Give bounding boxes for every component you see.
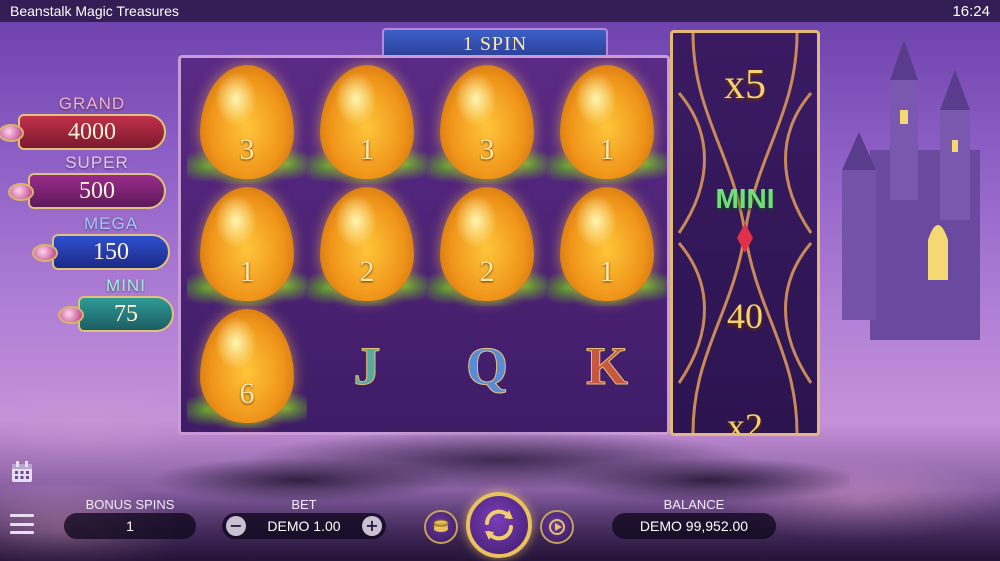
- golden-egg-icon: 1: [560, 65, 654, 179]
- autoplay-button[interactable]: [540, 510, 574, 544]
- bonus-spins-value: 1: [64, 513, 196, 539]
- egg-value: 3: [479, 133, 495, 166]
- jackpot-mini-value: 75: [114, 300, 138, 327]
- multiplier-mini: MINI: [715, 183, 775, 214]
- symbol-q: Q: [465, 336, 508, 397]
- reel-cell: K: [547, 304, 667, 428]
- jackpot-mega-plate: 150: [32, 234, 170, 270]
- jackpot-super-value: 500: [79, 177, 115, 204]
- jackpot-super-label: SUPER: [65, 153, 129, 172]
- jackpot-grand-value: 4000: [68, 118, 116, 145]
- coins-button[interactable]: [424, 510, 458, 544]
- egg-value: 2: [359, 255, 375, 288]
- egg-value: 1: [599, 133, 615, 166]
- egg-value: 1: [359, 133, 375, 166]
- jackpot-mega-label: MEGA: [83, 214, 139, 233]
- golden-egg-icon: 1: [560, 187, 654, 301]
- hamburger-menu-icon[interactable]: [10, 514, 34, 534]
- reel-cell: 3: [187, 60, 307, 184]
- game-title: Beanstalk Magic Treasures: [10, 3, 179, 19]
- jackpot-grand: GRAND 4000: [0, 94, 166, 150]
- multiplier-40: 40: [727, 296, 763, 336]
- gem-icon: [32, 244, 58, 262]
- multiplier-reel: x5 MINI 40 x2: [670, 30, 820, 436]
- calendar-icon[interactable]: [10, 460, 34, 484]
- balance-value: DEMO 99,952.00: [612, 513, 776, 539]
- jackpot-mini: MINI 75: [58, 276, 174, 332]
- golden-egg-icon: 3: [440, 65, 534, 179]
- reel-cell: 6: [187, 304, 307, 428]
- egg-value: 1: [599, 255, 615, 288]
- golden-egg-icon: 2: [440, 187, 534, 301]
- coins-icon: [433, 519, 449, 532]
- gem-icon: [8, 183, 34, 201]
- spin-arrows-icon: [485, 509, 513, 541]
- jackpot-grand-plate: 4000: [0, 114, 166, 150]
- jackpot-super-plate: 500: [8, 173, 166, 209]
- clock: 16:24: [952, 2, 990, 20]
- spins-remaining-text: 1 SPIN: [462, 32, 528, 55]
- bet-increase-button[interactable]: +: [362, 516, 382, 536]
- multiplier-x5: x5: [724, 62, 766, 108]
- jackpot-super: SUPER 500: [8, 153, 166, 209]
- balance-label: BALANCE: [663, 497, 725, 512]
- status-bar: Beanstalk Magic Treasures 16:24: [0, 0, 1000, 22]
- jackpot-mini-label: MINI: [106, 276, 146, 295]
- jackpot-mini-plate: 75: [58, 296, 174, 332]
- golden-egg-icon: 3: [200, 65, 294, 179]
- egg-value: 3: [239, 133, 255, 166]
- reel-cell: J: [307, 304, 427, 428]
- reel-grid: 3 1 3 1 1 2 2 1 6 J Q K: [178, 55, 670, 435]
- golden-egg-icon: 2: [320, 187, 414, 301]
- reel-cell: Q: [427, 304, 547, 428]
- symbol-j: J: [353, 336, 381, 397]
- jackpot-mega: MEGA 150: [32, 214, 170, 270]
- reel-cell: 3: [427, 60, 547, 184]
- reel-cell: 1: [547, 60, 667, 184]
- reel-cell: 2: [307, 182, 427, 306]
- golden-egg-icon: 6: [200, 309, 294, 423]
- bet-label: BET: [291, 497, 317, 512]
- spin-button[interactable]: [466, 492, 532, 558]
- reel-cell: 1: [547, 182, 667, 306]
- golden-egg-icon: 1: [320, 65, 414, 179]
- autoplay-icon: [549, 519, 565, 535]
- egg-value: 6: [239, 377, 255, 410]
- symbol-k: K: [585, 336, 628, 397]
- castle-illustration: [842, 40, 980, 340]
- reel-cell: 1: [307, 60, 427, 184]
- jackpot-mega-value: 150: [93, 238, 129, 265]
- bet-decrease-button[interactable]: −: [226, 516, 246, 536]
- jackpot-grand-label: GRAND: [58, 94, 126, 113]
- egg-value: 2: [479, 255, 495, 288]
- golden-egg-icon: 1: [200, 187, 294, 301]
- bonus-spins-label: BONUS SPINS: [85, 497, 175, 512]
- egg-value: 1: [239, 255, 255, 288]
- gem-icon: [58, 306, 84, 324]
- reel-cell: 1: [187, 182, 307, 306]
- reel-cell: 2: [427, 182, 547, 306]
- gem-icon: [0, 124, 24, 142]
